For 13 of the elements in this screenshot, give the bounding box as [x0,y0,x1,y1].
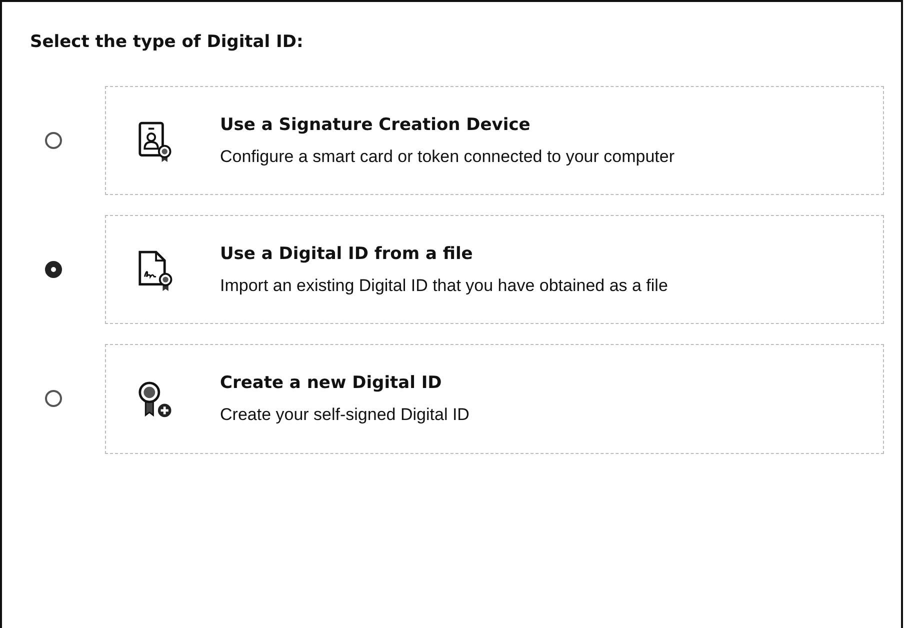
radio-button[interactable] [45,390,62,408]
option-description: Create your self-signed Digital ID [220,404,470,426]
radio-button[interactable] [45,261,62,278]
option-description: Import an existing Digital ID that you have obtained as a file [220,275,668,298]
radio-button[interactable] [45,132,62,150]
option-description: Configure a smart card or token connected to your computer [220,146,675,168]
option-title: Use a Signature Creation Device [220,115,532,135]
option-card[interactable]: Create a new Digital ID Create your self-signed Digital ID [105,344,884,454]
option-card[interactable]: Use a Signature Creation Device Configure a smart card or token connected to your computer [105,86,884,196]
option-title: Create a new Digital ID [220,373,443,394]
option-card[interactable]: Use a Digital ID from a file Import an existing Digital ID that you have obtained as a file [105,215,884,324]
option-title: Use a Digital ID from a file [220,244,474,264]
dialog-heading: Select the type of Digital ID: [30,32,304,52]
